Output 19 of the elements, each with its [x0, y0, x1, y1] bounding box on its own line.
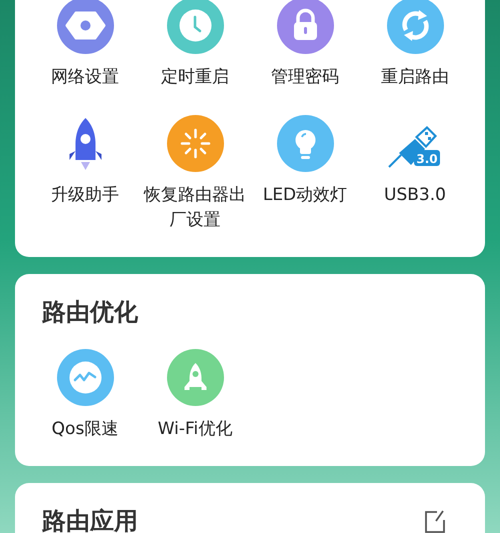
feature-label[interactable]: 重启路由	[359, 65, 471, 90]
feature-label[interactable]: 恢复路由器出厂设置	[139, 183, 251, 233]
feature-label[interactable]: USB3.0	[359, 183, 471, 208]
spinner-icon[interactable]	[166, 115, 224, 172]
feature-label[interactable]: Wi-Fi优化	[139, 417, 251, 442]
clock-icon[interactable]	[166, 0, 224, 54]
section-title: 路由优化	[41, 297, 138, 328]
feature-label[interactable]: 管理密码	[249, 65, 361, 90]
feature-label[interactable]: 网络设置	[29, 65, 141, 90]
feature-label[interactable]: 定时重启	[139, 65, 251, 90]
feature-label[interactable]: Qos限速	[29, 417, 141, 442]
light-bulb-icon[interactable]	[276, 115, 334, 172]
refresh-icon[interactable]	[386, 0, 444, 54]
section-title: 路由应用	[41, 506, 138, 533]
feature-label[interactable]: 升级助手	[29, 183, 141, 208]
padlock-icon[interactable]	[276, 0, 334, 54]
edit-icon[interactable]	[423, 509, 447, 533]
nut-icon[interactable]	[56, 0, 114, 54]
feature-label[interactable]: LED动效灯	[249, 183, 361, 208]
